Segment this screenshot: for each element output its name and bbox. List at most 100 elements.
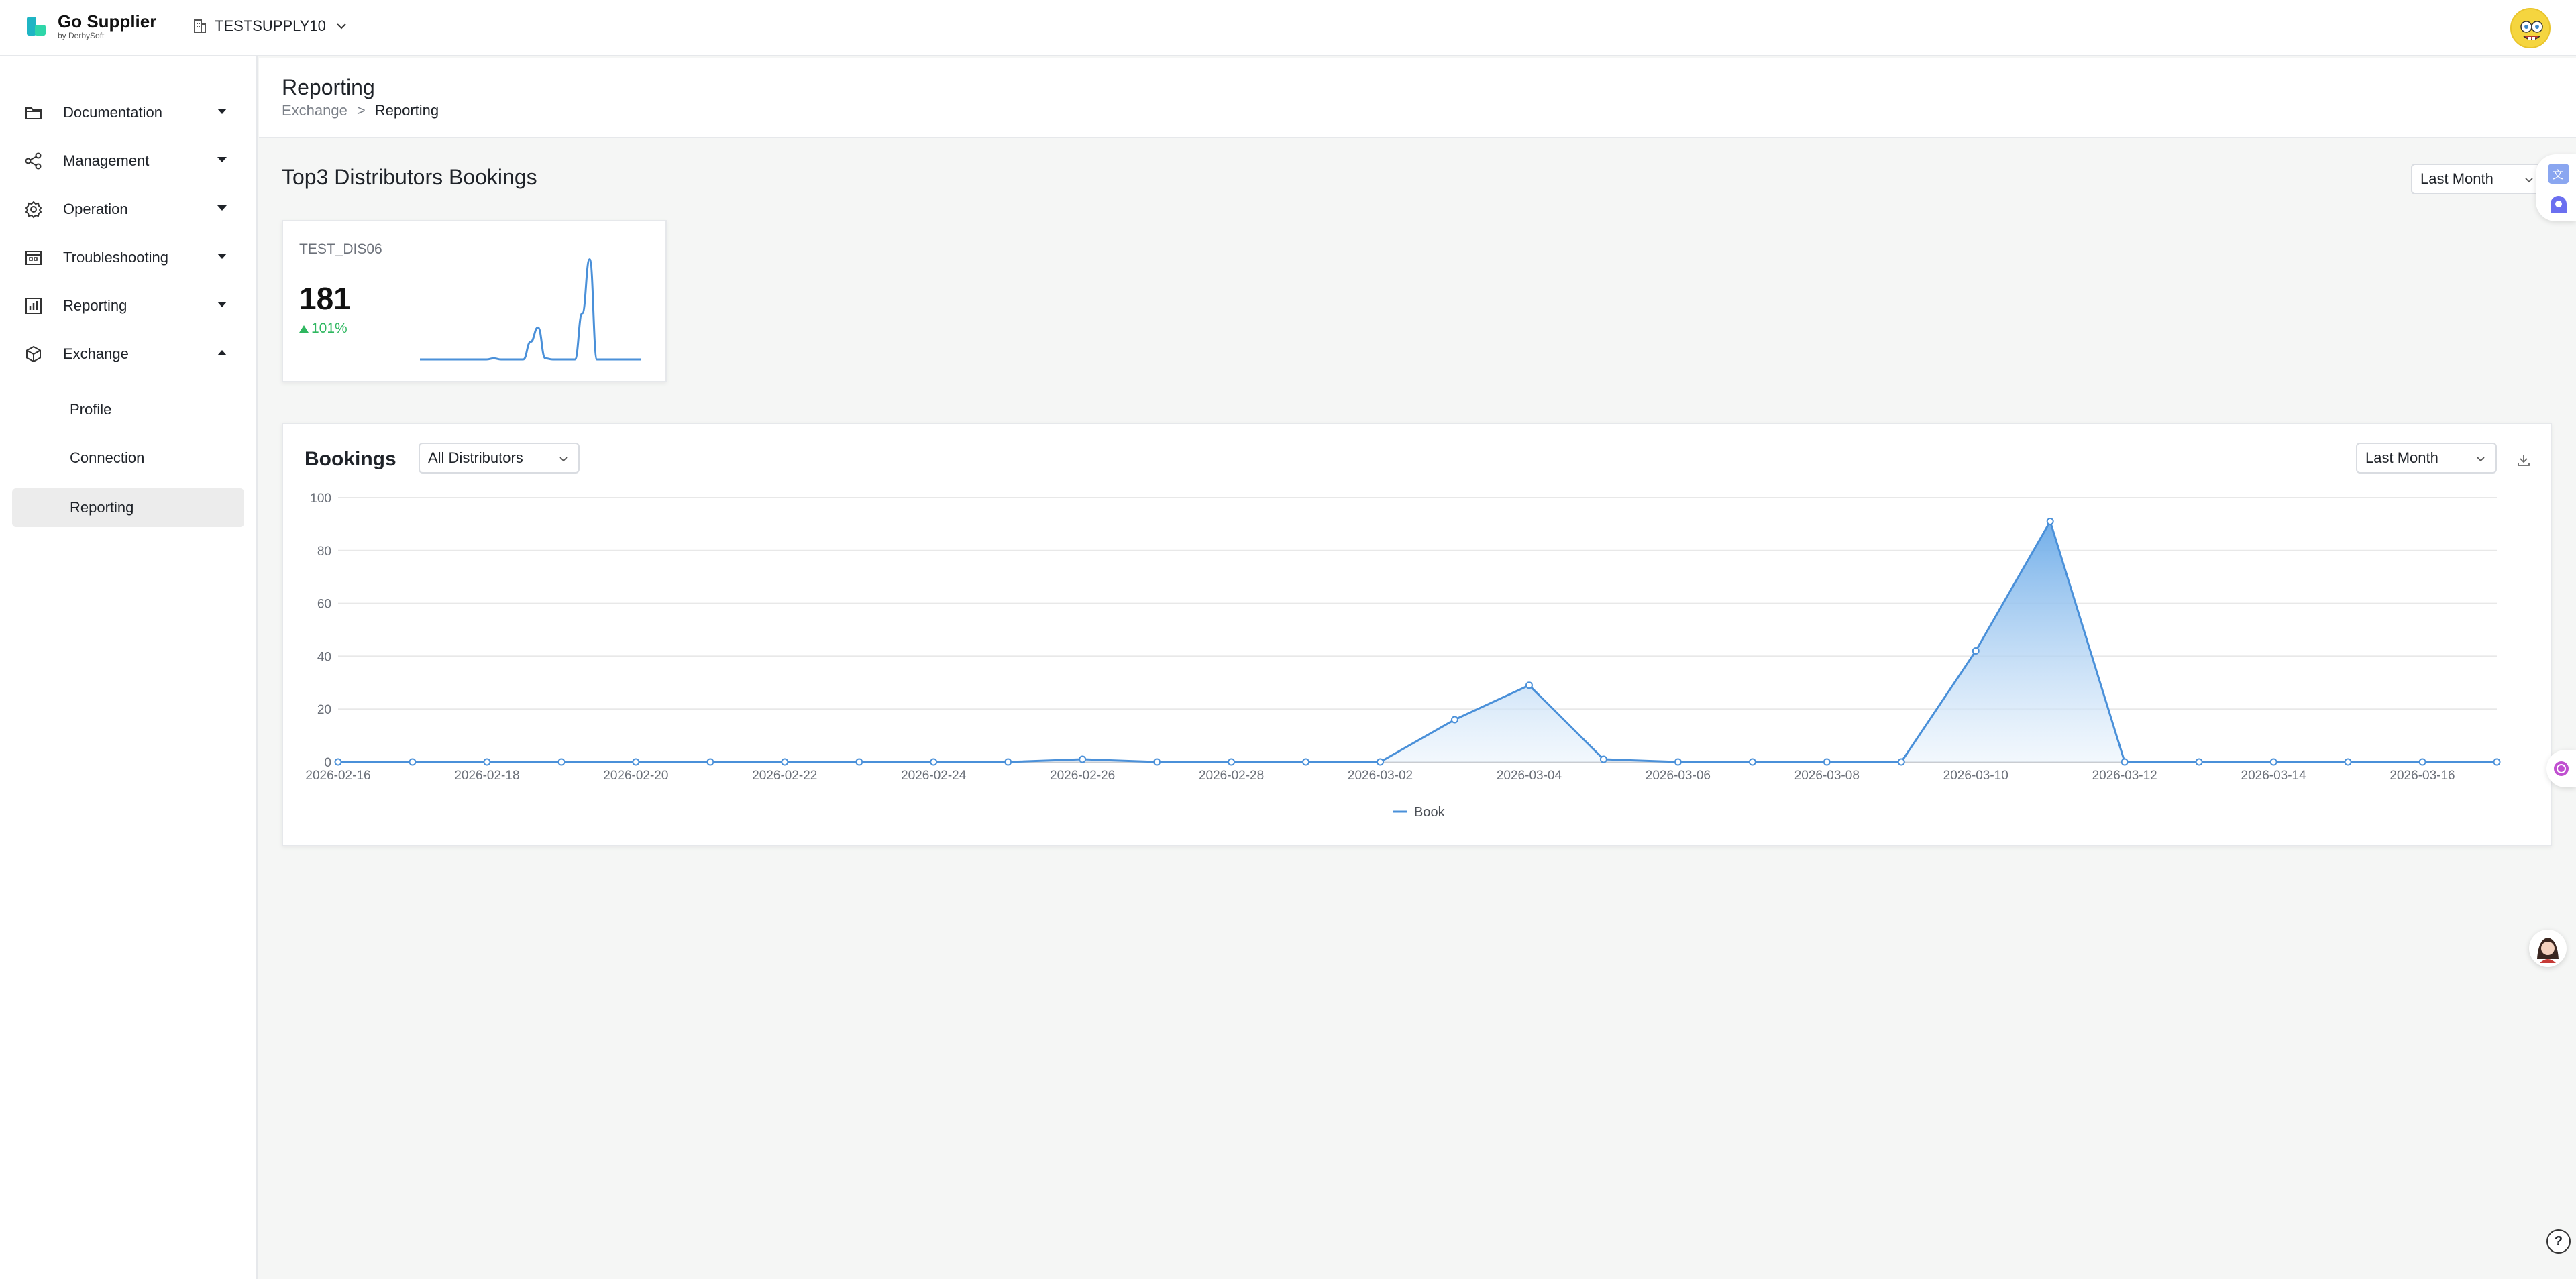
data-point[interactable] [2344,758,2352,766]
x-tick-label: 2026-03-06 [1646,769,1711,783]
data-point[interactable] [1228,758,1236,766]
chevron-down-icon [2477,457,2485,462]
assistant-icon[interactable] [2545,192,2572,219]
x-tick-label: 2026-03-10 [1943,769,2008,783]
user-avatar[interactable] [2510,8,2551,48]
sidebar-item-exchange[interactable]: Exchange [0,330,258,378]
sidebar-subitem-reporting[interactable]: Reporting [12,488,244,527]
data-point[interactable] [2121,758,2129,766]
sidebar-item-management[interactable]: Management [0,137,258,185]
data-point[interactable] [1153,758,1161,766]
bookings-period-select[interactable]: Last Month [2356,443,2497,474]
app-name: Go Supplier [58,11,157,32]
data-point[interactable] [1972,647,1980,655]
y-tick-label: 100 [310,492,331,506]
svg-text:文: 文 [2553,168,2563,181]
data-point[interactable] [2195,758,2203,766]
data-point[interactable] [706,758,714,766]
tenant-switcher[interactable]: TESTSUPPLY10 [193,17,347,35]
top3-period-value: Last Month [2420,170,2493,187]
sidebar-item-label: Reporting [63,297,127,314]
data-point[interactable] [1674,758,1682,766]
caret-down-icon [217,205,227,211]
breadcrumb-current: Reporting [374,102,439,119]
data-point[interactable] [1748,758,1756,766]
x-tick-label: 2026-02-16 [305,769,370,783]
data-point[interactable] [1823,758,1831,766]
y-tick-label: 0 [324,756,331,770]
top3-section-title: Top3 Distributors Bookings [282,165,537,189]
sidebar-subitem-label: Connection [70,449,145,466]
data-point[interactable] [2418,758,2426,766]
sidebar-item-reporting[interactable]: Reporting [0,282,258,330]
tenant-name: TESTSUPPLY10 [215,17,326,34]
x-tick-label: 2026-03-12 [2092,769,2157,783]
sidebar-subitem-profile[interactable]: Profile [12,390,244,429]
caret-up-icon [217,350,227,355]
sidebar: Documentation Management Operation Troub… [0,56,258,1279]
data-point[interactable] [1599,755,1607,763]
x-tick-label: 2026-02-24 [901,769,967,783]
sidebar-item-documentation[interactable]: Documentation [0,89,258,137]
data-point[interactable] [557,758,566,766]
booking-delta: 101% [299,321,347,337]
data-point[interactable] [483,758,491,766]
x-tick-label: 2026-03-14 [2241,769,2307,783]
data-point[interactable] [1450,716,1458,724]
sponge-avatar-icon [2512,9,2549,47]
sidebar-subitem-connection[interactable]: Connection [12,439,244,478]
legend-label-book[interactable]: Book [1414,805,1446,820]
data-point[interactable] [781,758,789,766]
sidebar-subitem-label: Profile [70,401,112,418]
data-point[interactable] [1079,755,1087,763]
support-agent-button[interactable] [2529,930,2567,967]
top-bar: Go Supplier by DerbySoft TESTSUPPLY10 [0,0,2576,56]
calendar-bug-icon [25,251,42,265]
page-title: Reporting [282,75,375,99]
data-point[interactable] [855,758,863,766]
download-icon[interactable] [2516,452,2532,468]
sidebar-item-troubleshooting[interactable]: Troubleshooting [0,233,258,282]
data-point[interactable] [1004,758,1012,766]
caret-down-icon [217,254,227,259]
caret-down-icon [217,109,227,114]
app-byline: by DerbySoft [58,31,105,40]
top3-period-select[interactable]: Last Month [2411,164,2545,194]
series-area-book [338,521,2497,762]
sidebar-item-operation[interactable]: Operation [0,185,258,233]
data-point[interactable] [334,758,342,766]
x-tick-label: 2026-02-20 [603,769,668,783]
translate-icon[interactable]: 文 [2545,161,2572,188]
sidebar-item-label: Documentation [63,104,162,121]
data-point[interactable] [2493,758,2501,766]
data-point[interactable] [1302,758,1310,766]
data-point[interactable] [2046,517,2054,525]
breadcrumb-link-exchange[interactable]: Exchange [282,102,347,119]
caret-down-icon [217,157,227,162]
distributor-filter-select[interactable]: All Distributors [419,443,580,474]
app-logo[interactable]: Go Supplier by DerbySoft [27,12,156,40]
sidebar-item-label: Management [63,152,150,169]
share-nodes-icon [25,152,42,170]
sidebar-item-label: Operation [63,201,128,217]
help-button[interactable]: ? [2546,1229,2571,1254]
data-point[interactable] [930,758,938,766]
cube-icon [26,345,41,363]
bookings-period-value: Last Month [2365,449,2438,466]
data-point[interactable] [1525,681,1533,689]
bookings-chart: 0 20 40 60 80 100 2026-02-16 2026-02-18 2026-02-… [305,492,2501,820]
building-icon [194,19,206,33]
brain-icon [2554,761,2569,776]
chevron-down-icon [2525,178,2533,183]
page-header: Reporting Exchange > Reporting [259,58,2576,138]
sidebar-item-label: Exchange [63,345,129,362]
data-point[interactable] [409,758,417,766]
data-point[interactable] [632,758,640,766]
breadcrumb-separator: > [356,102,366,119]
sidebar-subitem-label: Reporting [70,499,134,516]
data-point[interactable] [2269,758,2277,766]
data-point[interactable] [1897,758,1905,766]
data-point[interactable] [1377,758,1385,766]
sparkline-chart [420,258,641,361]
floating-toolbar: 文 [2536,154,2576,221]
